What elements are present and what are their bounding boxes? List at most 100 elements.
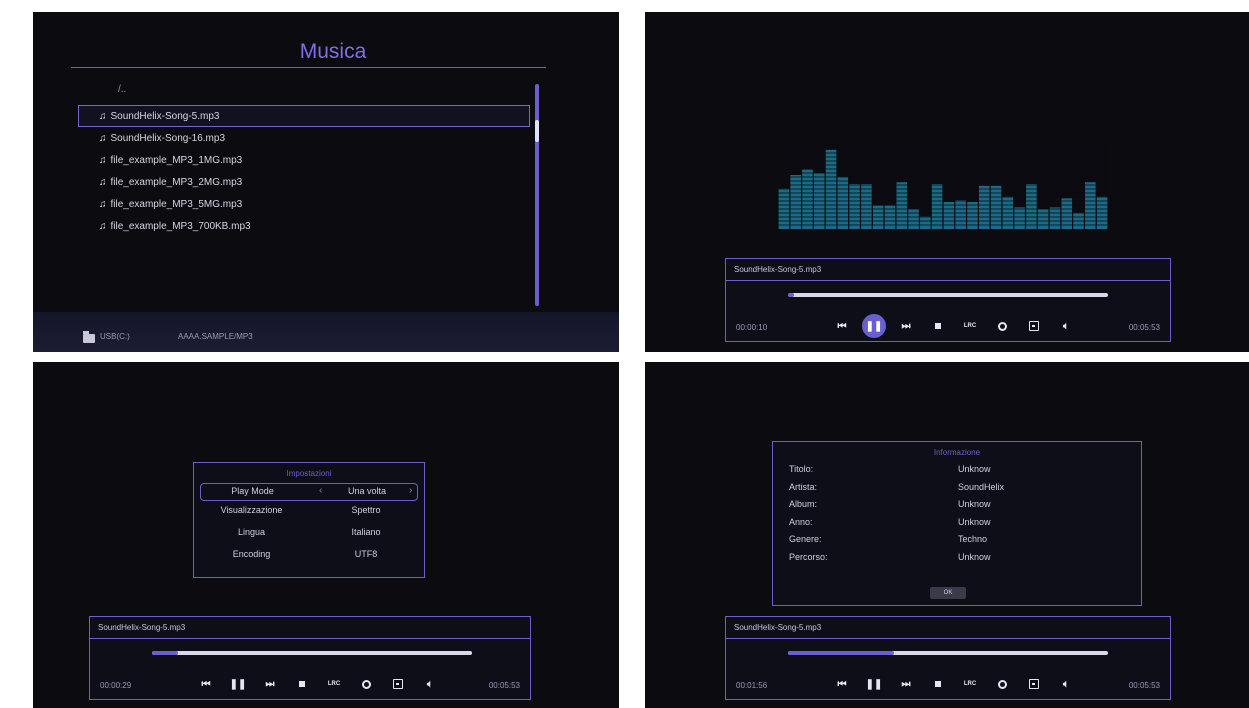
scrollbar-track[interactable] xyxy=(535,84,539,306)
setting-visualization[interactable]: Visualizzazione Spettro xyxy=(194,501,424,523)
progress-fill xyxy=(788,293,795,297)
file-name: SoundHelix-Song-16.mp3 xyxy=(110,132,226,144)
pause-icon: ❚❚ xyxy=(229,678,247,690)
player-bar: SoundHelix-Song-5.mp3 00:00:29 00:05:53 … xyxy=(89,616,531,700)
file-item[interactable]: ♫ file_example_MP3_1MG.mp3 xyxy=(78,149,530,171)
progress-bar[interactable] xyxy=(152,651,472,655)
lyrics-button[interactable]: LRC xyxy=(318,672,350,696)
scrollbar-thumb[interactable] xyxy=(535,120,539,142)
stop-button[interactable] xyxy=(922,672,954,696)
transport-controls: ⏮ ❚❚ ⏭ LRC 🔈︎ xyxy=(190,672,446,696)
file-item[interactable]: ♫ file_example_MP3_700KB.mp3 xyxy=(78,215,530,237)
previous-button[interactable]: ⏮ xyxy=(826,314,858,338)
info-value: Unknow xyxy=(958,499,991,509)
settings-button[interactable] xyxy=(350,672,382,696)
settings-screen: Impostazioni Play Mode ‹ Una volta › Vis… xyxy=(33,362,619,708)
info-row: Album: Unknow xyxy=(773,497,1141,515)
info-button[interactable] xyxy=(1018,672,1050,696)
previous-button[interactable]: ⏮ xyxy=(826,672,858,696)
next-button[interactable]: ⏭ xyxy=(890,672,922,696)
gear-icon xyxy=(997,321,1007,331)
speaker-icon: 🔈︎ xyxy=(1063,678,1069,690)
player-bar: SoundHelix-Song-5.mp3 00:01:56 00:05:53 … xyxy=(725,616,1171,700)
player-bar: SoundHelix-Song-5.mp3 00:00:10 00:05:53 … xyxy=(725,258,1171,342)
music-note-icon: ♫ xyxy=(99,110,107,122)
total-time: 00:05:53 xyxy=(1128,681,1160,690)
file-item[interactable]: ♫ file_example_MP3_2MG.mp3 xyxy=(78,171,530,193)
pause-icon: ❚❚ xyxy=(862,314,886,338)
info-row: Anno: Unknow xyxy=(773,515,1141,533)
info-icon xyxy=(393,679,403,689)
info-value: Unknow xyxy=(958,516,991,527)
file-name: file_example_MP3_700KB.mp3 xyxy=(110,220,251,232)
setting-play-mode[interactable]: Play Mode ‹ Una volta › xyxy=(200,483,418,501)
song-title: SoundHelix-Song-5.mp3 xyxy=(726,617,1170,639)
info-row: Genere: Techno xyxy=(773,532,1141,550)
info-label: Titolo: xyxy=(789,464,814,474)
volume-button[interactable]: 🔈︎ xyxy=(414,672,446,696)
skip-forward-icon: ⏭ xyxy=(265,678,275,690)
pause-button[interactable]: ❚❚ xyxy=(858,314,890,338)
info-row: Titolo: Unknow xyxy=(773,462,1141,480)
pause-button[interactable]: ❚❚ xyxy=(222,672,254,696)
info-value: SoundHelix xyxy=(958,481,1005,492)
lyrics-button[interactable]: LRC xyxy=(954,672,986,696)
info-value: Techno xyxy=(958,534,988,544)
spectrum-bar xyxy=(849,184,860,229)
spectrum-bar xyxy=(1061,198,1073,229)
file-item[interactable]: ♫ SoundHelix-Song-16.mp3 xyxy=(78,127,530,149)
total-time: 00:05:53 xyxy=(1128,323,1160,332)
settings-dialog: Impostazioni Play Mode ‹ Una volta › Vis… xyxy=(193,462,425,578)
ok-button[interactable]: OK xyxy=(930,587,966,599)
current-path: AAAA.SAMPLE/MP3 xyxy=(178,332,253,341)
chevron-right-icon[interactable]: › xyxy=(409,485,412,496)
lyrics-button[interactable]: LRC xyxy=(954,314,986,338)
skip-forward-icon: ⏭ xyxy=(901,320,911,332)
music-note-icon: ♫ xyxy=(99,220,107,232)
volume-button[interactable]: 🔈︎ xyxy=(1050,672,1082,696)
stop-button[interactable] xyxy=(922,314,954,338)
info-dialog: Informazione Titolo: Unknow Artista: Sound… xyxy=(772,441,1142,606)
music-note-icon: ♫ xyxy=(99,154,107,166)
stop-button[interactable] xyxy=(286,672,318,696)
setting-label: Visualizzazione xyxy=(220,505,283,515)
next-button[interactable]: ⏭ xyxy=(254,672,286,696)
info-screen: Informazione Titolo: Unknow Artista: Sound… xyxy=(645,362,1249,708)
parent-directory-item[interactable]: /.. xyxy=(118,84,126,95)
spectrum-bar xyxy=(861,184,872,229)
progress-bar[interactable] xyxy=(788,651,1108,655)
skip-forward-icon: ⏭ xyxy=(901,678,911,690)
info-button[interactable] xyxy=(1018,314,1050,338)
info-row: Percorso: Unknow xyxy=(773,550,1141,568)
spectrum-bar xyxy=(978,185,990,229)
gear-icon xyxy=(361,679,371,689)
setting-value: Spettro xyxy=(351,505,381,515)
elapsed-time: 00:00:29 xyxy=(100,681,132,690)
setting-encoding[interactable]: Encoding UTF8 xyxy=(194,545,424,567)
pause-icon: ❚❚ xyxy=(865,678,883,690)
progress-bar[interactable] xyxy=(788,293,1108,297)
info-label: Anno: xyxy=(789,516,813,527)
volume-button[interactable]: 🔈︎ xyxy=(1050,314,1082,338)
spectrum-visualizer xyxy=(778,140,1108,229)
info-title: Informazione xyxy=(933,448,981,457)
next-button[interactable]: ⏭ xyxy=(890,314,922,338)
spectrum-bar xyxy=(908,209,919,229)
info-value: Unknow xyxy=(958,551,991,562)
song-title: SoundHelix-Song-5.mp3 xyxy=(90,617,530,639)
pause-button[interactable]: ❚❚ xyxy=(858,672,890,696)
file-item[interactable]: ♫ SoundHelix-Song-5.mp3 xyxy=(78,105,530,127)
usb-drive-label: USB(C:) xyxy=(100,332,130,341)
previous-button[interactable]: ⏮ xyxy=(190,672,222,696)
settings-button[interactable] xyxy=(986,314,1018,338)
spectrum-bar xyxy=(920,216,931,229)
file-name: file_example_MP3_1MG.mp3 xyxy=(110,154,243,166)
file-list: ♫ SoundHelix-Song-5.mp3 ♫ SoundHelix-Song-… xyxy=(78,105,530,237)
settings-button[interactable] xyxy=(986,672,1018,696)
music-note-icon: ♫ xyxy=(99,198,107,210)
spectrum-bar xyxy=(1026,184,1037,229)
info-button[interactable] xyxy=(382,672,414,696)
file-item[interactable]: ♫ file_example_MP3_5MG.mp3 xyxy=(78,193,530,215)
setting-language[interactable]: Lingua Italiano xyxy=(194,523,424,545)
settings-title: Impostazioni xyxy=(286,469,332,478)
